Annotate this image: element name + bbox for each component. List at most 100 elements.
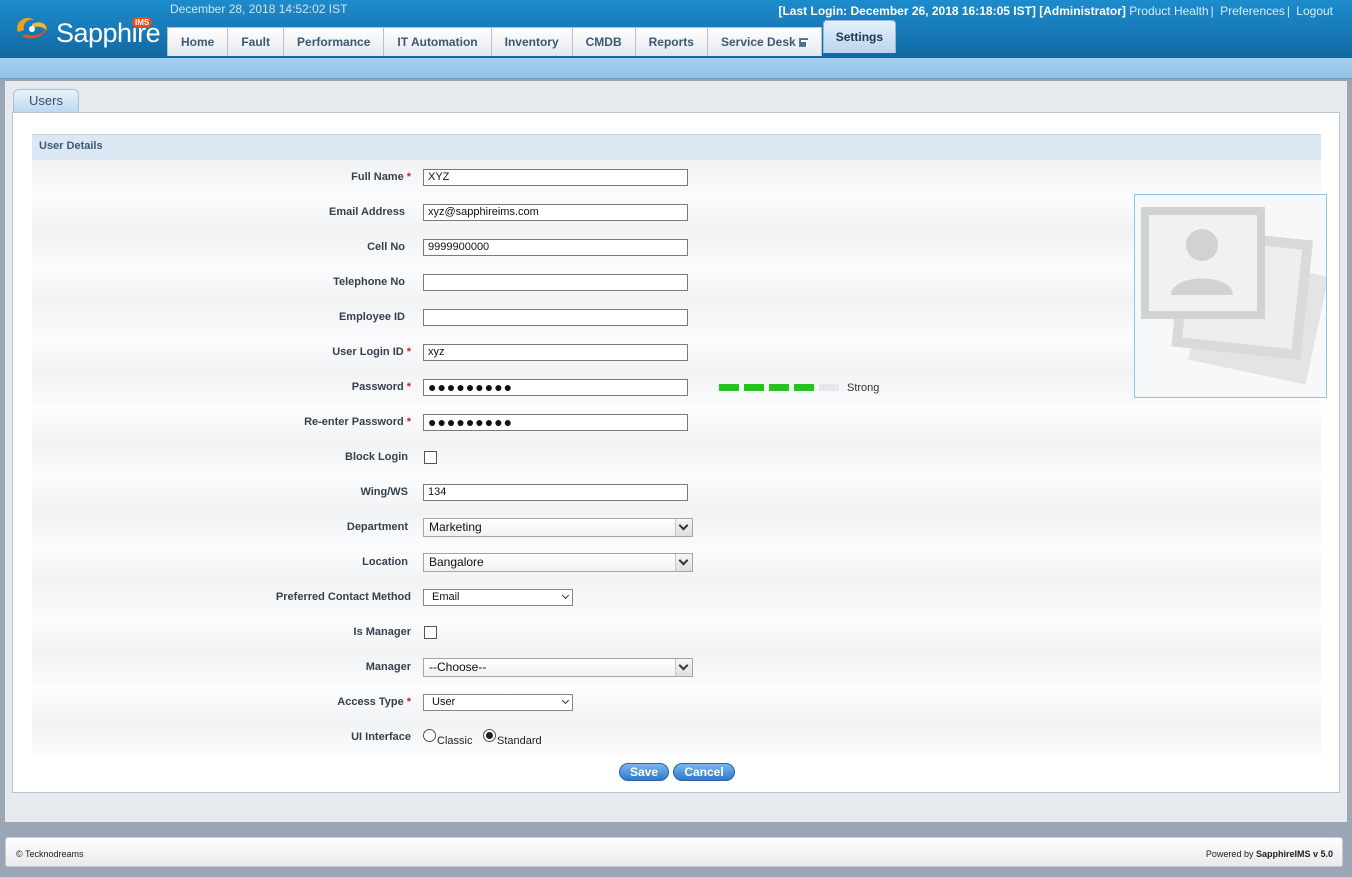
tab-it-automation[interactable]: IT Automation [383, 27, 492, 56]
link-separator: | [1286, 4, 1290, 18]
is-manager-checkbox[interactable] [424, 626, 437, 639]
tab-performance[interactable]: Performance [283, 27, 385, 56]
header-bar: Sapphire IMS December 28, 2018 14:52:02 … [0, 0, 1352, 58]
manager-label: Manager [365, 661, 411, 673]
external-link-icon [798, 37, 808, 47]
form-row-reenter-password: Re-enter Password * ●●●●●●●●● [32, 405, 1321, 440]
powered-product: SapphireIMS v 5.0 [1255, 849, 1333, 859]
required-mark: * [406, 381, 411, 393]
footer: © Tecknodreams Powered by SapphireIMS v … [5, 837, 1343, 867]
email-input[interactable]: xyz@sapphireims.com [423, 204, 688, 221]
brand-badge: IMS [132, 17, 153, 28]
contact-method-label: Preferred Contact Method [275, 591, 411, 603]
access-type-value: User [432, 696, 456, 708]
section-title: User Details [32, 134, 1321, 160]
tab-label: Home [181, 35, 215, 49]
location-select[interactable]: Bangalore [423, 553, 693, 572]
password-label: Password * [351, 381, 411, 393]
tab-home[interactable]: Home [167, 27, 229, 56]
telephone-label: Telephone No [333, 276, 405, 288]
ui-classic-option[interactable]: Classic [423, 720, 472, 755]
sapphire-logo[interactable]: Sapphire IMS [8, 6, 166, 52]
form-row-ui-interface: UI Interface Classic Standard [32, 720, 1321, 755]
contact-method-select[interactable]: Email [423, 589, 573, 606]
employee-id-input[interactable] [423, 309, 688, 326]
form-actions: Save Cancel [13, 763, 1339, 783]
form-row-cell: Cell No 9999900000 [32, 230, 1321, 265]
strength-segment [744, 384, 764, 391]
tab-settings[interactable]: Settings [822, 20, 897, 53]
sub-nav-bar [0, 58, 1352, 79]
form-row-login-id: User Login ID * xyz [32, 335, 1321, 370]
chevron-down-icon [561, 696, 570, 705]
form-row-department: Department Marketing [32, 510, 1321, 545]
tab-cmdb[interactable]: CMDB [571, 27, 636, 56]
save-button[interactable]: Save [619, 763, 669, 781]
cell-label: Cell No [367, 241, 405, 253]
ui-standard-option[interactable]: Standard [483, 720, 542, 755]
required-mark: * [406, 346, 411, 358]
full-name-input[interactable]: XYZ [423, 169, 688, 186]
tab-inventory[interactable]: Inventory [490, 27, 573, 56]
block-login-label: Block Login [345, 451, 408, 463]
ui-standard-radio[interactable] [483, 729, 496, 742]
form-row-telephone: Telephone No [32, 265, 1321, 300]
product-health-link[interactable]: Product Health [1129, 4, 1208, 18]
main-nav: Home Fault Performance IT Automation Inv… [167, 20, 897, 56]
cancel-button[interactable]: Cancel [673, 763, 735, 781]
tab-label: Service Desk [720, 35, 796, 49]
ui-classic-radio[interactable] [423, 729, 436, 742]
strength-segment [719, 384, 739, 391]
access-type-label: Access Type * [337, 696, 411, 708]
form-row-full-name: Full Name * XYZ [32, 160, 1321, 195]
form-row-block-login: Block Login [32, 440, 1321, 475]
logout-link[interactable]: Logout [1296, 4, 1333, 18]
form-row-employee-id: Employee ID [32, 300, 1321, 335]
wing-label: Wing/WS [360, 486, 408, 498]
required-mark: * [406, 696, 411, 708]
tab-service-desk[interactable]: Service Desk [706, 27, 822, 56]
chevron-down-icon [675, 519, 692, 536]
is-manager-label: Is Manager [353, 626, 411, 638]
block-login-checkbox[interactable] [424, 451, 437, 464]
form-row-contact-method: Preferred Contact Method Email [32, 580, 1321, 615]
powered-by: Powered by SapphireIMS v 5.0 [1206, 849, 1333, 859]
tab-label: Performance [297, 35, 371, 49]
powered-prefix: Powered by [1205, 849, 1254, 859]
chevron-down-icon [561, 591, 570, 600]
user-photo-icon [1141, 207, 1326, 385]
wing-input[interactable]: 134 [423, 484, 688, 501]
required-mark: * [406, 416, 411, 428]
strength-segment [794, 384, 814, 391]
chevron-down-icon [675, 659, 692, 676]
copyright: © Tecknodreams [16, 849, 84, 859]
user-details-panel: User Details Full Name * XYZ Email Addres… [12, 112, 1340, 793]
tab-label: IT Automation [397, 35, 478, 49]
manager-select[interactable]: --Choose-- [423, 658, 693, 677]
password-strength-meter: Strong [719, 370, 879, 405]
tab-reports[interactable]: Reports [634, 27, 708, 56]
preferences-link[interactable]: Preferences [1220, 4, 1285, 18]
ui-standard-label: Standard [497, 734, 542, 747]
department-label: Department [346, 521, 408, 533]
tab-label: Inventory [504, 35, 559, 49]
telephone-input[interactable] [423, 274, 688, 291]
strength-segment [769, 384, 789, 391]
location-value: Bangalore [429, 555, 484, 569]
current-datetime: December 28, 2018 14:52:02 IST [170, 2, 348, 16]
login-id-input[interactable]: xyz [423, 344, 688, 361]
chevron-down-icon [675, 554, 692, 571]
sapphire-swirl-icon [17, 17, 48, 39]
cell-input[interactable]: 9999900000 [423, 239, 688, 256]
tab-fault[interactable]: Fault [227, 27, 285, 56]
form-row-is-manager: Is Manager [32, 615, 1321, 650]
tab-users[interactable]: Users [13, 89, 79, 113]
department-select[interactable]: Marketing [423, 518, 693, 537]
manager-value: --Choose-- [429, 660, 487, 674]
ui-classic-label: Classic [437, 734, 473, 747]
reenter-password-input[interactable]: ●●●●●●●●● [423, 414, 688, 431]
access-type-select[interactable]: User [423, 694, 573, 711]
password-input[interactable]: ●●●●●●●●● [423, 379, 688, 396]
form-row-location: Location Bangalore [32, 545, 1321, 580]
user-photo-placeholder[interactable] [1134, 194, 1327, 398]
